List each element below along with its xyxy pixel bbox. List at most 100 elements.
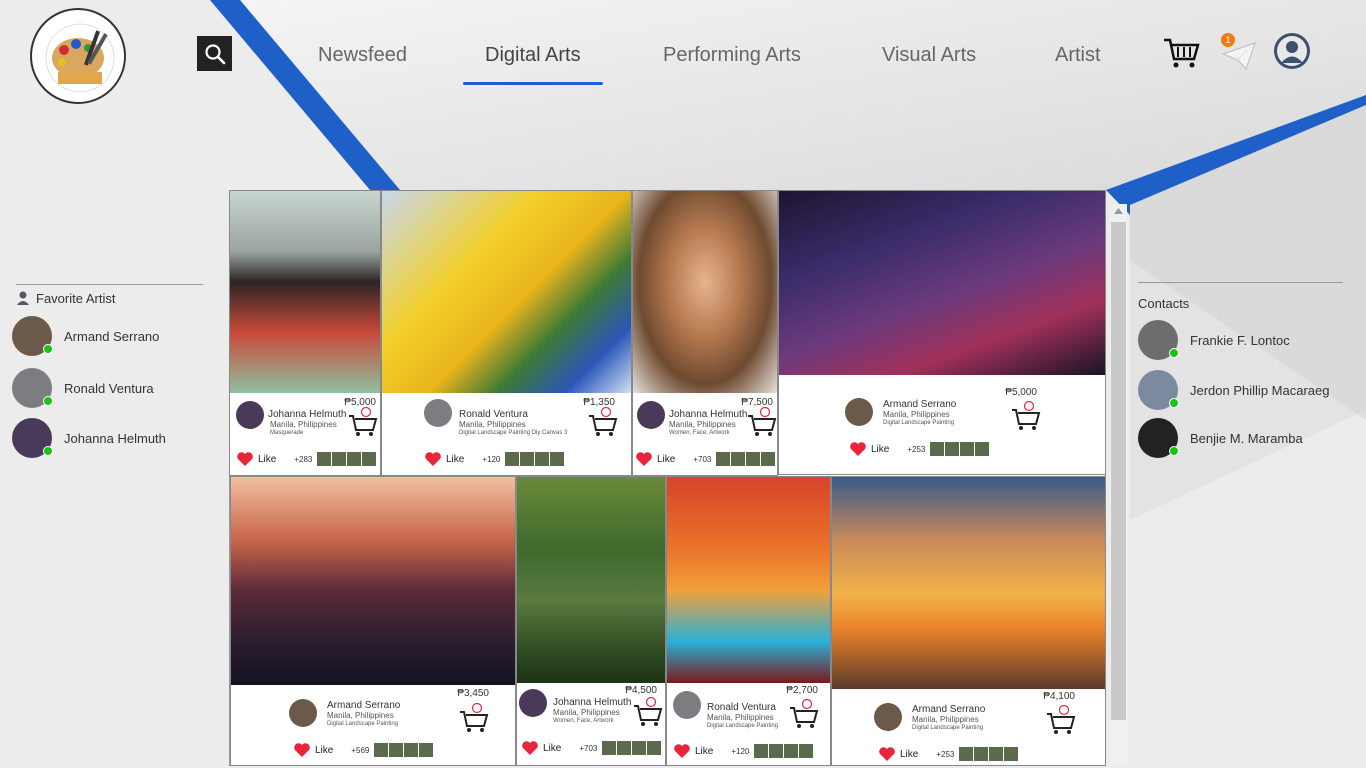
- favorite-artist-item[interactable]: Johanna Helmuth: [12, 418, 166, 458]
- artwork-image[interactable]: [779, 191, 1105, 375]
- artwork-card[interactable]: ₱5,000 Johanna Helmuth Manila, Philippin…: [229, 190, 381, 476]
- artist-name[interactable]: Ronald Ventura: [459, 409, 528, 420]
- nav-newsfeed[interactable]: Newsfeed: [318, 44, 407, 67]
- liker-avatars: [601, 741, 662, 755]
- like-count: +283: [294, 454, 313, 464]
- contact-item[interactable]: Frankie F. Lontoc: [1138, 320, 1290, 360]
- avatar: [12, 418, 53, 458]
- artwork-card[interactable]: ₱2,700 Ronald Ventura Manila, Philippine…: [666, 476, 831, 766]
- artist-avatar: [424, 399, 452, 427]
- like-count: +703: [579, 743, 598, 753]
- like-button[interactable]: Like +120: [673, 743, 814, 759]
- liker-avatars: [316, 452, 377, 466]
- artist-name[interactable]: Johanna Helmuth: [669, 409, 747, 420]
- like-label: Like: [900, 748, 919, 760]
- scroll-up-arrow-icon[interactable]: [1113, 207, 1124, 215]
- search-icon: [204, 43, 225, 64]
- artist-location: Manila, Philippines: [459, 420, 526, 429]
- online-status-dot: [1169, 348, 1179, 358]
- liker-avatars: [753, 744, 814, 758]
- artwork-description: Women, Face, Artwork: [669, 430, 730, 436]
- like-label: Like: [695, 745, 714, 757]
- like-label: Like: [543, 742, 562, 754]
- like-button[interactable]: Like +283: [236, 451, 377, 467]
- like-button[interactable]: Like +253: [849, 441, 990, 457]
- artwork-image[interactable]: [231, 477, 515, 685]
- nav-artist[interactable]: Artist: [1055, 44, 1101, 67]
- online-status-dot: [43, 396, 53, 406]
- favorite-artist-name: Johanna Helmuth: [64, 430, 166, 446]
- avatar: [1138, 320, 1179, 360]
- artwork-image[interactable]: [633, 191, 777, 393]
- scrollbar-thumb[interactable]: [1111, 222, 1126, 720]
- favorite-artist-name: Armand Serrano: [64, 328, 160, 344]
- artwork-image[interactable]: [832, 477, 1105, 689]
- artist-avatar: [236, 401, 264, 429]
- artwork-image[interactable]: [382, 191, 631, 393]
- artscape-logo[interactable]: [30, 8, 126, 104]
- artist-name[interactable]: Ronald Ventura: [707, 702, 776, 713]
- avatar: [12, 368, 53, 408]
- contact-item[interactable]: Benjie M. Maramba: [1138, 418, 1303, 458]
- user-profile-icon[interactable]: [1273, 32, 1311, 70]
- search-button[interactable]: [197, 36, 232, 71]
- artwork-card[interactable]: ₱3,450 Armand Serrano Manila, Philippine…: [230, 476, 516, 766]
- artist-avatar: [637, 401, 665, 429]
- artist-name[interactable]: Johanna Helmuth: [268, 409, 346, 420]
- favorite-artist-item[interactable]: Armand Serrano: [12, 316, 159, 356]
- artist-avatar: [874, 703, 902, 731]
- avatar: [1138, 370, 1179, 410]
- add-to-cart-icon[interactable]: [1046, 705, 1076, 735]
- like-label: Like: [446, 453, 465, 465]
- artwork-description: Women, Face, Artwork: [553, 718, 614, 724]
- artwork-image[interactable]: [517, 477, 665, 683]
- artist-location: Manila, Philippines: [327, 711, 394, 720]
- like-button[interactable]: Like +120: [424, 451, 565, 467]
- nav-visual-arts[interactable]: Visual Arts: [882, 44, 976, 67]
- liker-avatars: [504, 452, 565, 466]
- heart-icon: [294, 743, 310, 757]
- like-button[interactable]: Like +569: [293, 742, 434, 758]
- artwork-card[interactable]: ₱4,500 Johanna Helmuth Manila, Philippin…: [516, 476, 666, 766]
- contact-name: Jerdon Phillip Macaraeg: [1190, 382, 1330, 398]
- artist-name[interactable]: Johanna Helmuth: [553, 697, 631, 708]
- liker-avatars: [715, 452, 776, 466]
- add-to-cart-icon[interactable]: [348, 407, 378, 437]
- add-to-cart-icon[interactable]: [789, 699, 819, 729]
- add-to-cart-icon[interactable]: [588, 407, 618, 437]
- like-button[interactable]: Like +703: [521, 740, 662, 756]
- artist-location: Manila, Philippines: [883, 410, 950, 419]
- nav-digital-arts[interactable]: Digital Arts: [485, 44, 581, 67]
- add-to-cart-icon[interactable]: [747, 407, 777, 437]
- sidebar-divider: [16, 284, 203, 285]
- artwork-description: Masquerade: [270, 430, 304, 436]
- artwork-image[interactable]: [230, 191, 380, 393]
- nav-performing-arts[interactable]: Performing Arts: [663, 44, 801, 67]
- artist-location: Manila, Philippines: [270, 420, 337, 429]
- like-label: Like: [657, 453, 676, 465]
- contact-item[interactable]: Jerdon Phillip Macaraeg: [1138, 370, 1329, 410]
- heart-icon: [850, 442, 866, 456]
- contacts-divider: [1138, 282, 1343, 283]
- artwork-image[interactable]: [667, 477, 830, 683]
- artwork-card[interactable]: ₱5,000 Armand Serrano Manila, Philippine…: [778, 190, 1106, 475]
- favorite-artist-item[interactable]: Ronald Ventura: [12, 368, 154, 408]
- heart-icon: [636, 452, 652, 466]
- like-button[interactable]: Like +253: [878, 746, 1019, 762]
- person-icon: [17, 291, 29, 305]
- artwork-card[interactable]: ₱7,500 Johanna Helmuth Manila, Philippin…: [632, 190, 778, 476]
- artist-name[interactable]: Armand Serrano: [327, 700, 400, 711]
- add-to-cart-icon[interactable]: [1011, 401, 1041, 431]
- like-count: +253: [936, 749, 955, 759]
- artwork-description: Digital Landscape Painting Diy Canvas 3: [459, 430, 568, 436]
- cart-icon[interactable]: [1162, 37, 1200, 69]
- artwork-price: ₱5,000: [1005, 387, 1037, 398]
- artwork-card[interactable]: ₱4,100 Armand Serrano Manila, Philippine…: [831, 476, 1106, 766]
- like-button[interactable]: Like +703: [635, 451, 776, 467]
- artist-name[interactable]: Armand Serrano: [883, 399, 956, 410]
- add-to-cart-icon[interactable]: [459, 703, 489, 733]
- artwork-card[interactable]: ₱1,350 Ronald Ventura Manila, Philippine…: [381, 190, 632, 476]
- add-to-cart-icon[interactable]: [633, 697, 663, 727]
- artist-name[interactable]: Armand Serrano: [912, 704, 985, 715]
- liker-avatars: [958, 747, 1019, 761]
